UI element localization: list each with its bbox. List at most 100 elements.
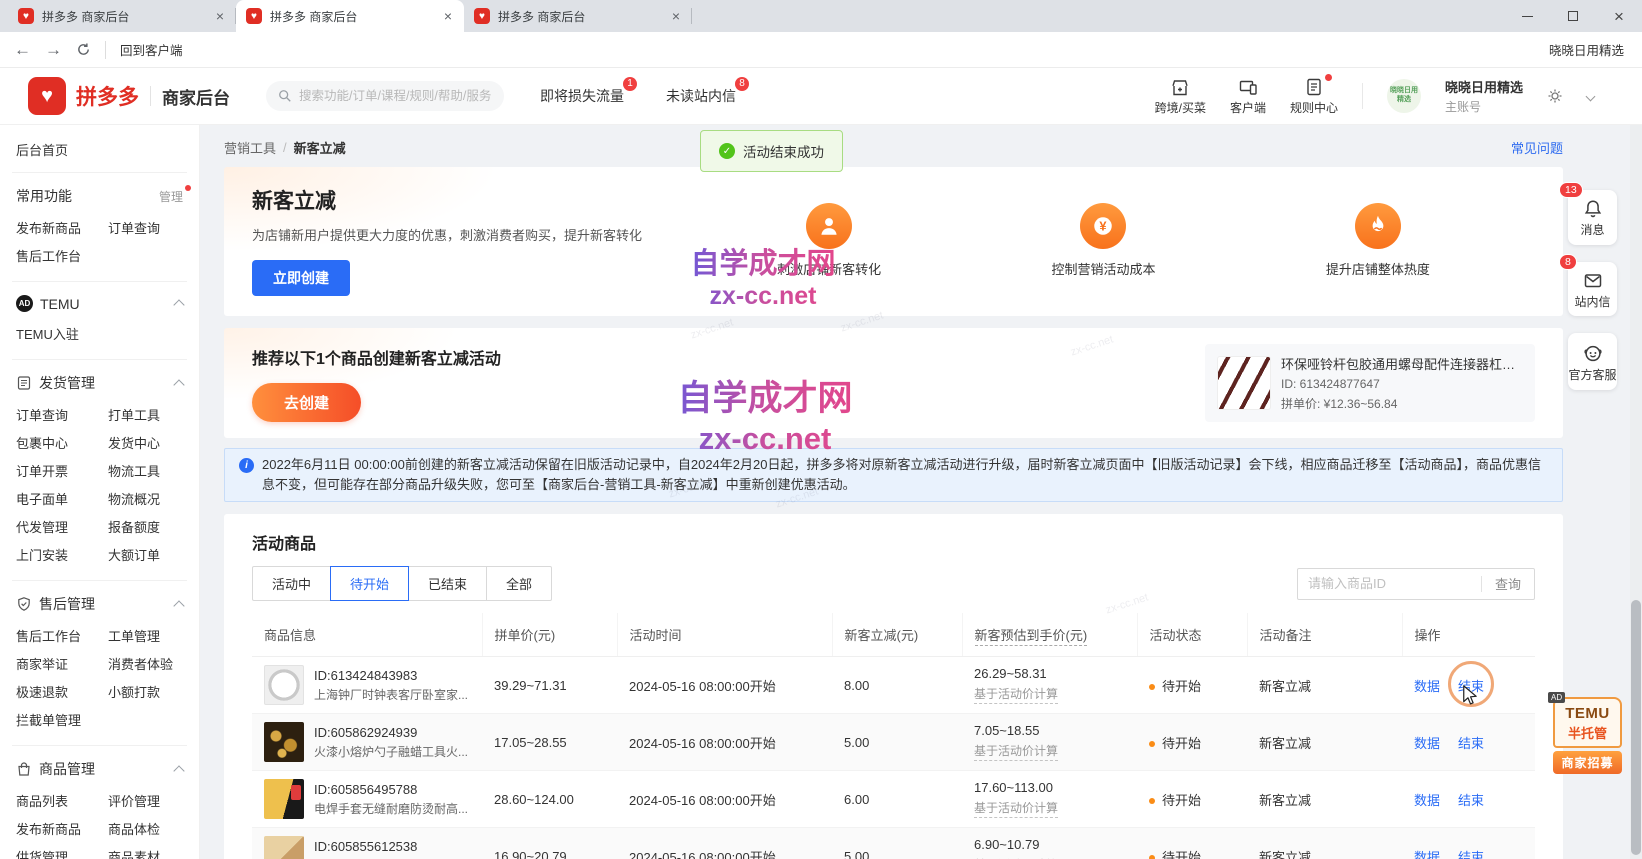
sidebar-item[interactable]: 极速退款 <box>16 679 108 707</box>
sidebar-item[interactable]: 物流概况 <box>108 486 183 514</box>
sidebar-item[interactable]: 售后工作台 <box>16 623 108 651</box>
sidebar-item[interactable]: 电子面单 <box>16 486 108 514</box>
sidebar-section-title[interactable]: ADTEMU <box>0 286 199 321</box>
shield-check-icon <box>16 596 32 612</box>
go-create-button[interactable]: 去创建 <box>252 383 361 422</box>
forward-icon[interactable]: → <box>45 40 62 60</box>
unread-messages-link[interactable]: 未读站内信8 <box>666 86 736 106</box>
chevron-up-icon[interactable] <box>173 765 184 776</box>
chevron-up-icon[interactable] <box>173 379 184 390</box>
end-link[interactable]: 结束 <box>1458 733 1484 752</box>
pinduoduo-logo-icon[interactable] <box>28 77 66 115</box>
temu-ad-badge[interactable]: AD TEMU 半托管 商家招募 <box>1553 697 1622 774</box>
end-link[interactable]: 结束 <box>1458 847 1484 859</box>
data-link[interactable]: 数据 <box>1414 733 1440 752</box>
sidebar-item-home[interactable]: 后台首页 <box>0 125 199 172</box>
search-input[interactable] <box>299 89 492 103</box>
tab-close-icon[interactable]: × <box>442 8 454 24</box>
messages-badge: 13 <box>1559 182 1583 198</box>
sidebar-item[interactable]: 小额打款 <box>108 679 183 707</box>
faq-link[interactable]: 常见问题 <box>1511 138 1563 157</box>
minimize-button[interactable] <box>1504 0 1550 32</box>
loss-traffic-link[interactable]: 即将损失流量1 <box>540 86 624 106</box>
chevron-down-icon[interactable] <box>1586 91 1596 101</box>
sidebar-item[interactable]: 商家举证 <box>16 651 108 679</box>
sidebar-item[interactable]: 发布新商品 <box>16 215 108 243</box>
breadcrumb-parent[interactable]: 营销工具 <box>224 138 276 157</box>
sidebar-item[interactable]: 工单管理 <box>108 623 183 651</box>
query-button[interactable]: 查询 <box>1482 574 1534 593</box>
sidebar-item[interactable]: TEMU入驻 <box>16 321 108 349</box>
browser-tab-3[interactable]: 拼多多 商家后台 × <box>464 0 692 32</box>
gear-icon[interactable] <box>1547 88 1563 104</box>
end-link[interactable]: 结束 <box>1458 676 1484 695</box>
chevron-up-icon[interactable] <box>173 600 184 611</box>
tab-active-activities[interactable]: 活动中 <box>252 566 331 601</box>
sidebar-section-title[interactable]: 发货管理 <box>0 364 199 402</box>
col-actions: 操作 <box>1402 613 1535 657</box>
sidebar-item[interactable]: 消费者体验 <box>108 651 183 679</box>
sidebar-item[interactable]: 拦截单管理 <box>16 707 108 735</box>
account-info[interactable]: 晓晓日用精选 主账号 <box>1445 77 1523 115</box>
cross-border-link[interactable]: 跨境/买菜 <box>1155 77 1206 116</box>
sidebar-section-title[interactable]: 售后管理 <box>0 585 199 623</box>
tab-pending-activities[interactable]: 待开始 <box>330 566 409 601</box>
browser-profile-name[interactable]: 晓晓日用精选 <box>1549 40 1628 59</box>
sidebar-item[interactable]: 上门安装 <box>16 542 108 570</box>
scrollbar-thumb[interactable] <box>1631 600 1641 855</box>
tab-close-icon[interactable]: × <box>214 8 226 24</box>
sidebar-item[interactable]: 打单工具 <box>108 402 183 430</box>
close-button[interactable]: × <box>1596 0 1642 32</box>
maximize-button[interactable] <box>1550 0 1596 32</box>
back-icon[interactable]: ← <box>14 40 31 60</box>
sidebar-item[interactable]: 订单查询 <box>16 402 108 430</box>
rules-center-link[interactable]: 规则中心 <box>1290 77 1338 116</box>
global-search[interactable] <box>266 81 504 111</box>
product-id-input[interactable] <box>1298 576 1481 591</box>
client-app-link[interactable]: 客户端 <box>1230 77 1266 116</box>
back-to-client-link[interactable]: 回到客户端 <box>120 40 183 59</box>
browser-tab-1[interactable]: 拼多多 商家后台 × <box>8 0 236 32</box>
sidebar-item[interactable]: 商品体检 <box>108 816 183 844</box>
sidebar-item[interactable]: 报备额度 <box>108 514 183 542</box>
chevron-up-icon[interactable] <box>173 299 184 310</box>
recommend-title: 推荐以下1个商品创建新客立减活动 <box>252 345 501 369</box>
sidebar-item[interactable]: 发货中心 <box>108 430 183 458</box>
sidebar-section-title[interactable]: 商品管理 <box>0 750 199 788</box>
data-link[interactable]: 数据 <box>1414 847 1440 859</box>
estimate-note[interactable]: 基于活动价计算 <box>974 685 1058 704</box>
estimate-note[interactable]: 基于活动价计算 <box>974 799 1058 818</box>
sidebar-item[interactable]: 售后工作台 <box>16 243 108 271</box>
activity-products-card: 活动商品 活动中 待开始 已结束 全部 查询 <box>224 514 1563 859</box>
create-now-button[interactable]: 立即创建 <box>252 260 350 296</box>
sidebar-item[interactable]: 代发管理 <box>16 514 108 542</box>
messages-button[interactable]: 13 消息 <box>1568 190 1617 245</box>
refresh-icon[interactable] <box>76 42 91 57</box>
recommended-product-card[interactable]: 环保哑铃杆包胶通用螺母配件连接器杠铃家用... ID: 613424877647… <box>1205 344 1535 422</box>
page-scrollbar[interactable] <box>1630 125 1642 859</box>
sidebar-item[interactable]: 订单查询 <box>108 215 183 243</box>
tab-close-icon[interactable]: × <box>670 8 682 24</box>
official-support-button[interactable]: 官方客服 <box>1568 333 1617 390</box>
manage-link[interactable]: 管理 <box>159 188 183 205</box>
feature-new-customer: 刺激店铺新客转化 <box>777 203 881 278</box>
sidebar-item[interactable]: 商品列表 <box>16 788 108 816</box>
sidebar-item[interactable]: 发布新商品 <box>16 816 108 844</box>
sidebar-section-title[interactable]: 常用功能管理 <box>0 177 199 215</box>
estimate-note[interactable]: 基于活动价计算 <box>974 742 1058 761</box>
shop-avatar[interactable]: 晓晓日用精选 <box>1387 79 1421 113</box>
tab-all-activities[interactable]: 全部 <box>486 566 552 601</box>
inbox-button[interactable]: 8 站内信 <box>1568 262 1617 317</box>
tab-ended-activities[interactable]: 已结束 <box>408 566 487 601</box>
sidebar-item[interactable]: 商品素材 <box>108 844 183 859</box>
browser-tab-2-active[interactable]: 拼多多 商家后台 × <box>236 0 464 32</box>
sidebar-item[interactable]: 订单开票 <box>16 458 108 486</box>
sidebar-item[interactable]: 评价管理 <box>108 788 183 816</box>
sidebar-item[interactable]: 包裹中心 <box>16 430 108 458</box>
sidebar-item[interactable]: 物流工具 <box>108 458 183 486</box>
end-link[interactable]: 结束 <box>1458 790 1484 809</box>
data-link[interactable]: 数据 <box>1414 676 1440 695</box>
sidebar-item[interactable]: 大额订单 <box>108 542 183 570</box>
sidebar-item[interactable]: 供货管理 <box>16 844 108 859</box>
data-link[interactable]: 数据 <box>1414 790 1440 809</box>
